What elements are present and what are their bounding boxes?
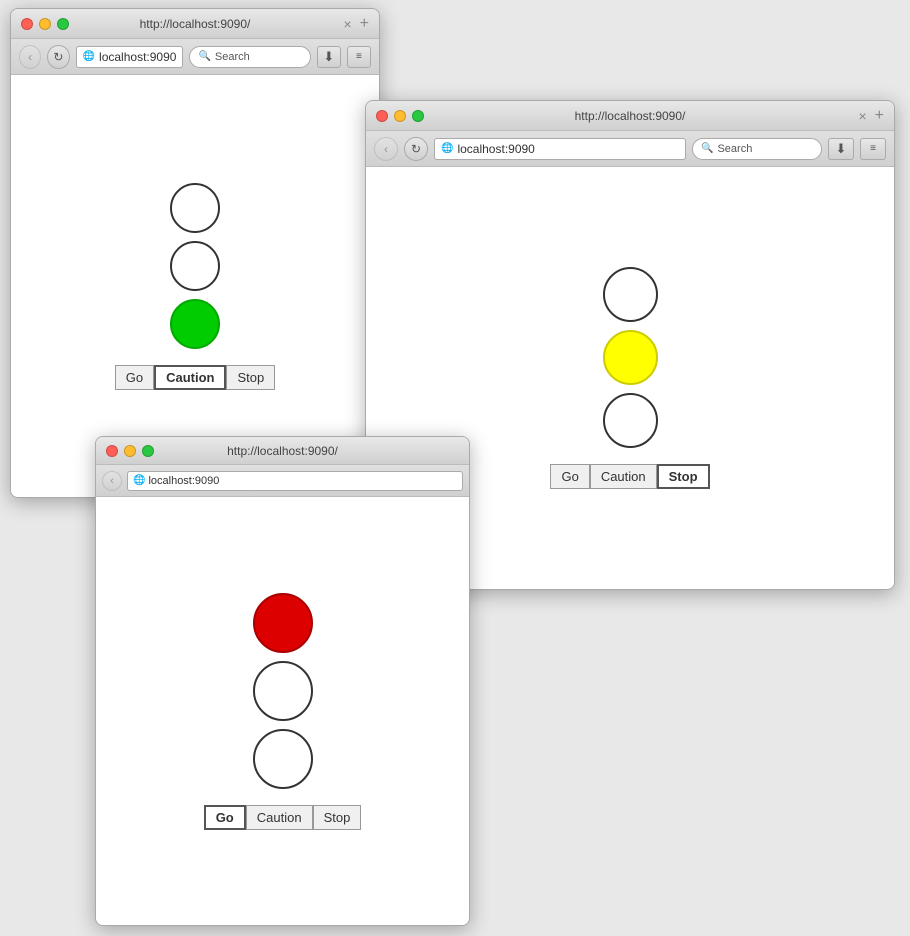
globe-icon-2: 🌐 bbox=[441, 143, 453, 154]
address-bar-2[interactable]: 🌐 localhost:9090 bbox=[434, 138, 686, 160]
traffic-light-app-1 bbox=[170, 183, 220, 349]
green-light-3 bbox=[253, 729, 313, 789]
nav-bar-3: ‹ 🌐 localhost:9090 bbox=[96, 465, 469, 497]
tab-close-icon-2[interactable]: × bbox=[858, 108, 866, 124]
green-light-2 bbox=[603, 393, 658, 448]
title-bar-3: http://localhost:9090/ bbox=[96, 437, 469, 465]
minimize-button-3[interactable] bbox=[124, 445, 136, 457]
new-tab-icon-1[interactable]: + bbox=[360, 15, 369, 33]
address-bar-1[interactable]: 🌐 localhost:9090 bbox=[76, 46, 184, 68]
nav-bar-1: ‹ ↻ 🌐 localhost:9090 🔍 Search ⬇ ≡ bbox=[11, 39, 379, 75]
url-text-1: localhost:9090 bbox=[99, 50, 176, 64]
window-controls-3 bbox=[106, 445, 154, 457]
pocket-button-1[interactable]: ⬇ bbox=[317, 46, 341, 68]
globe-icon-3: 🌐 bbox=[133, 475, 145, 486]
back-button-2[interactable]: ‹ bbox=[374, 137, 398, 161]
search-bar-2[interactable]: 🔍 Search bbox=[692, 138, 822, 160]
red-light-1 bbox=[170, 183, 220, 233]
search-icon-1: 🔍 bbox=[198, 51, 210, 62]
red-light-3 bbox=[253, 593, 313, 653]
stop-button-1[interactable]: Stop bbox=[226, 365, 275, 390]
reload-button-2[interactable]: ↻ bbox=[404, 137, 428, 161]
reload-button-1[interactable]: ↻ bbox=[47, 45, 69, 69]
stop-button-3[interactable]: Stop bbox=[313, 805, 362, 830]
browser-content-1: Go Caution Stop bbox=[11, 75, 379, 497]
control-buttons-3: Go Caution Stop bbox=[204, 805, 362, 830]
browser-content-3: Go Caution Stop bbox=[96, 497, 469, 925]
minimize-button-1[interactable] bbox=[39, 18, 51, 30]
red-light-2 bbox=[603, 267, 658, 322]
yellow-light-3 bbox=[253, 661, 313, 721]
window-title-3: http://localhost:9090/ bbox=[227, 444, 338, 458]
search-icon-2: 🔍 bbox=[701, 143, 713, 154]
nav-bar-2: ‹ ↻ 🌐 localhost:9090 🔍 Search ⬇ ≡ bbox=[366, 131, 894, 167]
stop-button-2[interactable]: Stop bbox=[657, 464, 710, 489]
minimize-button-2[interactable] bbox=[394, 110, 406, 122]
back-button-1[interactable]: ‹ bbox=[19, 45, 41, 69]
close-button-3[interactable] bbox=[106, 445, 118, 457]
search-placeholder-1: Search bbox=[215, 51, 250, 63]
tab-close-icon-1[interactable]: × bbox=[343, 16, 351, 32]
url-text-3: localhost:9090 bbox=[148, 475, 219, 487]
maximize-button-3[interactable] bbox=[142, 445, 154, 457]
back-button-3[interactable]: ‹ bbox=[102, 471, 122, 491]
window-title-2: http://localhost:9090/ bbox=[575, 109, 686, 123]
go-button-3[interactable]: Go bbox=[204, 805, 246, 830]
maximize-button-1[interactable] bbox=[57, 18, 69, 30]
maximize-button-2[interactable] bbox=[412, 110, 424, 122]
yellow-light-1 bbox=[170, 241, 220, 291]
menu-button-1[interactable]: ≡ bbox=[347, 46, 371, 68]
go-button-2[interactable]: Go bbox=[550, 464, 589, 489]
caution-button-2[interactable]: Caution bbox=[590, 464, 657, 489]
search-placeholder-2: Search bbox=[717, 143, 752, 155]
pocket-button-2[interactable]: ⬇ bbox=[828, 138, 854, 160]
control-buttons-2: Go Caution Stop bbox=[550, 464, 709, 489]
traffic-light-app-3 bbox=[253, 593, 313, 789]
new-tab-icon-2[interactable]: + bbox=[875, 107, 884, 125]
close-button-2[interactable] bbox=[376, 110, 388, 122]
control-buttons-1: Go Caution Stop bbox=[115, 365, 275, 390]
url-text-2: localhost:9090 bbox=[457, 142, 534, 156]
caution-button-1[interactable]: Caution bbox=[154, 365, 226, 390]
browser-window-3: http://localhost:9090/ ‹ 🌐 localhost:909… bbox=[95, 436, 470, 926]
window-controls-2 bbox=[376, 110, 424, 122]
title-bar-1: http://localhost:9090/ × + bbox=[11, 9, 379, 39]
browser-window-1: http://localhost:9090/ × + ‹ ↻ 🌐 localho… bbox=[10, 8, 380, 498]
title-bar-2: http://localhost:9090/ × + bbox=[366, 101, 894, 131]
green-light-1 bbox=[170, 299, 220, 349]
caution-button-3[interactable]: Caution bbox=[246, 805, 313, 830]
globe-icon-1: 🌐 bbox=[83, 51, 95, 62]
address-bar-3[interactable]: 🌐 localhost:9090 bbox=[127, 471, 463, 491]
window-title-1: http://localhost:9090/ bbox=[140, 17, 251, 31]
go-button-1[interactable]: Go bbox=[115, 365, 154, 390]
window-controls-1 bbox=[21, 18, 69, 30]
yellow-light-2 bbox=[603, 330, 658, 385]
traffic-light-app-2 bbox=[603, 267, 658, 448]
search-bar-1[interactable]: 🔍 Search bbox=[189, 46, 310, 68]
close-button-1[interactable] bbox=[21, 18, 33, 30]
menu-button-2[interactable]: ≡ bbox=[860, 138, 886, 160]
